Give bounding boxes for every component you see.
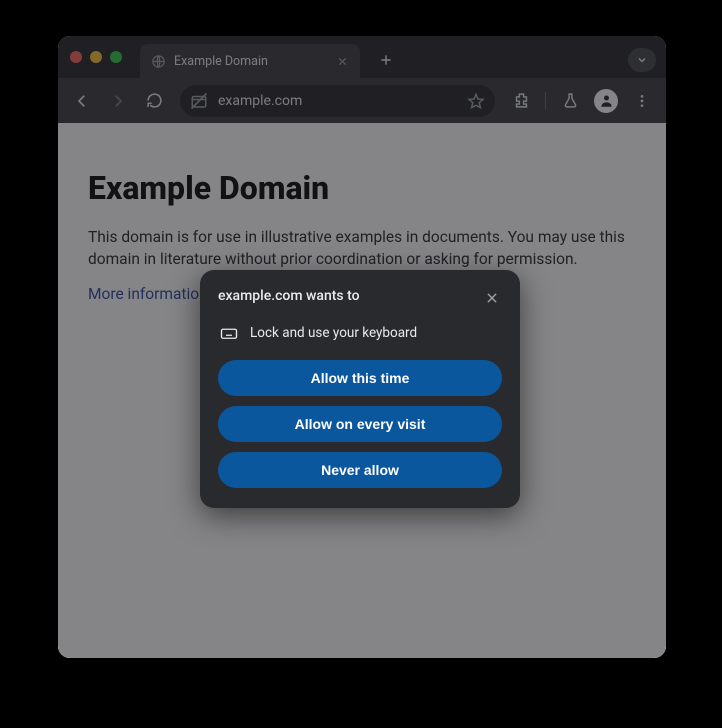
toolbar-separator [545,92,546,110]
allow-once-button[interactable]: Allow this time [218,360,502,396]
window-minimize-button[interactable] [90,51,102,63]
permission-item-text: Lock and use your keyboard [250,325,417,341]
allow-always-button[interactable]: Allow on every visit [218,406,502,442]
page-heading: Example Domain [88,169,636,207]
tab-strip: Example Domain [58,36,666,78]
extensions-button[interactable] [505,85,537,117]
back-button[interactable] [66,85,98,117]
url-text: example.com [218,93,457,109]
permission-buttons: Allow this time Allow on every visit Nev… [218,360,502,488]
new-tab-button[interactable] [372,46,400,74]
permission-header: example.com wants to [218,288,502,308]
reload-button[interactable] [138,85,170,117]
window-close-button[interactable] [70,51,82,63]
never-allow-button[interactable]: Never allow [218,452,502,488]
permission-close-button[interactable] [482,288,502,308]
avatar [594,89,618,113]
permission-title: example.com wants to [218,288,360,304]
globe-icon [150,53,166,69]
profile-button[interactable] [590,85,622,117]
labs-button[interactable] [554,85,586,117]
window-maximize-button[interactable] [110,51,122,63]
tab-overflow-button[interactable] [628,48,656,72]
forward-button[interactable] [102,85,134,117]
bookmark-icon[interactable] [467,92,485,110]
window-controls [70,51,122,63]
browser-tab[interactable]: Example Domain [140,44,360,78]
site-info-icon[interactable] [190,92,208,110]
permission-item: Lock and use your keyboard [218,324,502,342]
page-paragraph: This domain is for use in illustrative e… [88,227,636,270]
permission-dialog: example.com wants to Lock and use your k… [200,270,520,508]
menu-button[interactable] [626,85,658,117]
omnibox[interactable]: example.com [180,85,495,117]
keyboard-icon [220,324,238,342]
tab-title: Example Domain [174,54,326,69]
tab-close-button[interactable] [334,53,350,69]
toolbar: example.com [58,78,666,123]
